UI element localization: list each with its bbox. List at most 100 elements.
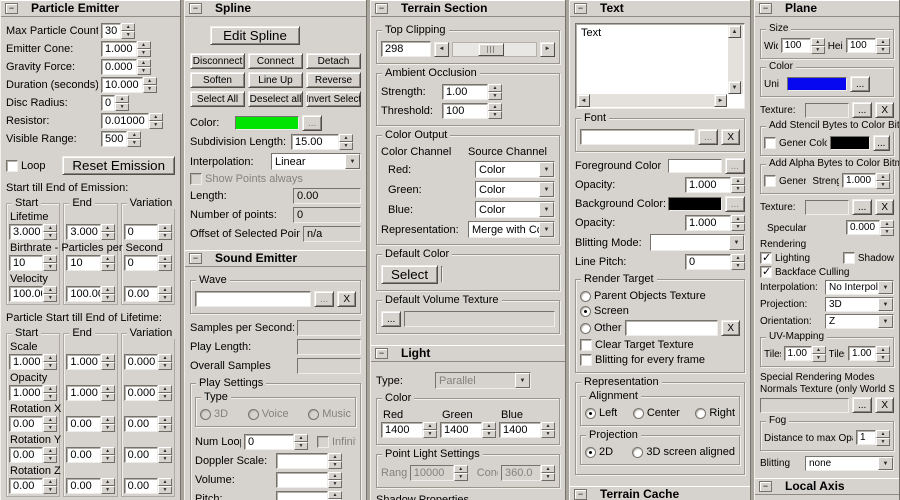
spinner-icon[interactable] bbox=[731, 177, 745, 193]
spinner-icon[interactable] bbox=[488, 84, 502, 100]
dropdown-arrow-icon[interactable] bbox=[878, 457, 893, 470]
alpha-generate-checkbox[interactable] bbox=[764, 175, 776, 187]
font-clear-button[interactable]: X bbox=[721, 129, 740, 145]
spinner-icon[interactable] bbox=[541, 465, 555, 481]
show-points-checkbox[interactable] bbox=[190, 173, 202, 185]
texture-browse-button[interactable]: ... bbox=[851, 102, 873, 118]
spinner-icon[interactable] bbox=[43, 224, 57, 240]
light-red-field[interactable]: 1400 bbox=[381, 422, 437, 438]
blue-channel-dropdown[interactable]: Color bbox=[475, 201, 555, 218]
background-color-browse-button[interactable]: ... bbox=[724, 196, 745, 212]
spinner-icon[interactable] bbox=[121, 23, 135, 39]
edit-spline-button[interactable]: Edit Spline bbox=[210, 26, 300, 45]
other-radio[interactable] bbox=[580, 322, 591, 334]
spinner-icon[interactable] bbox=[101, 286, 115, 302]
rotation-z-end-field[interactable]: 0.00 bbox=[66, 478, 114, 494]
line-pitch-field[interactable]: 0 bbox=[685, 254, 745, 270]
duration-field[interactable]: 10.000 bbox=[101, 77, 157, 93]
width-field[interactable]: 100 bbox=[780, 38, 825, 54]
spinner-icon[interactable] bbox=[43, 385, 57, 401]
dropdown-arrow-icon[interactable] bbox=[878, 315, 893, 328]
collapse-icon[interactable]: − bbox=[189, 2, 202, 14]
projection-3d-radio[interactable] bbox=[632, 446, 644, 458]
velocity-start-field[interactable]: 100.00 bbox=[9, 286, 57, 302]
spinner-icon[interactable] bbox=[127, 131, 141, 147]
texture2-clear-button[interactable]: X bbox=[875, 199, 894, 215]
stencil-color-browse-button[interactable]: ... bbox=[872, 135, 890, 151]
other-target-field[interactable] bbox=[624, 320, 719, 336]
spinner-icon[interactable] bbox=[43, 354, 57, 370]
spinner-icon[interactable] bbox=[328, 472, 342, 488]
height-field[interactable]: 100 bbox=[846, 38, 890, 54]
scroll-right-icon[interactable]: ► bbox=[540, 41, 555, 57]
type-3d-radio[interactable] bbox=[200, 408, 211, 420]
blitting-every-frame-checkbox[interactable] bbox=[580, 354, 592, 366]
max-particle-count-field[interactable]: 30 bbox=[101, 23, 135, 39]
deselect-all-button[interactable]: Deselect all bbox=[248, 91, 303, 107]
lifetime-end-field[interactable]: 3.000 bbox=[66, 224, 114, 240]
other-target-clear-button[interactable]: X bbox=[721, 320, 740, 336]
spinner-icon[interactable] bbox=[101, 478, 115, 494]
collapse-icon[interactable]: − bbox=[574, 488, 587, 500]
wave-browse-button[interactable]: ... bbox=[313, 291, 335, 307]
spinner-icon[interactable] bbox=[328, 453, 342, 469]
alpha-strength-field[interactable]: 1.000 bbox=[842, 173, 890, 189]
type-voice-radio[interactable] bbox=[247, 408, 259, 420]
align-right-radio[interactable] bbox=[695, 407, 707, 419]
dropdown-arrow-icon[interactable] bbox=[878, 298, 893, 311]
opacity-end-field[interactable]: 1.000 bbox=[66, 385, 114, 401]
align-center-radio[interactable] bbox=[632, 407, 644, 419]
texture-clear-button[interactable]: X bbox=[875, 102, 894, 118]
text-content[interactable]: Text bbox=[581, 27, 601, 39]
spinner-icon[interactable] bbox=[158, 286, 172, 302]
spinner-icon[interactable] bbox=[454, 465, 468, 481]
projection-2d-radio[interactable] bbox=[585, 446, 596, 458]
reverse-button[interactable]: Reverse bbox=[306, 72, 361, 88]
dropdown-arrow-icon[interactable] bbox=[878, 281, 893, 294]
rotation-z-variation-field[interactable]: 0.00 bbox=[123, 478, 172, 494]
spinner-icon[interactable] bbox=[43, 255, 57, 271]
screen-radio[interactable] bbox=[580, 305, 591, 317]
dropdown-arrow-icon[interactable] bbox=[539, 162, 554, 177]
fg-opacity-field[interactable]: 1.000 bbox=[685, 177, 745, 193]
wave-clear-button[interactable]: X bbox=[337, 291, 356, 307]
threshold-field[interactable]: 100 bbox=[442, 103, 502, 119]
doppler-scale-field[interactable] bbox=[276, 453, 342, 469]
spinner-icon[interactable] bbox=[541, 422, 555, 438]
spinner-icon[interactable] bbox=[43, 447, 57, 463]
clear-target-texture-checkbox[interactable] bbox=[580, 339, 592, 351]
soften-button[interactable]: Soften bbox=[190, 72, 245, 88]
rotation-x-start-field[interactable]: 0.00 bbox=[9, 416, 57, 432]
spinner-icon[interactable] bbox=[115, 95, 129, 111]
normals-browse-button[interactable]: ... bbox=[851, 397, 873, 413]
foreground-color-swatch[interactable] bbox=[667, 159, 722, 173]
bg-opacity-field[interactable]: 1.000 bbox=[685, 215, 745, 231]
stencil-color-swatch[interactable] bbox=[829, 136, 870, 150]
spinner-icon[interactable] bbox=[43, 286, 57, 302]
green-channel-dropdown[interactable]: Color bbox=[475, 181, 555, 198]
spinner-icon[interactable] bbox=[101, 416, 115, 432]
birthrate-end-field[interactable]: 10 bbox=[66, 255, 114, 271]
collapse-icon[interactable]: − bbox=[759, 480, 772, 492]
texture2-field[interactable] bbox=[805, 199, 849, 215]
normals-texture-field[interactable] bbox=[760, 397, 849, 413]
spinner-icon[interactable] bbox=[488, 103, 502, 119]
spinner-icon[interactable] bbox=[880, 220, 894, 236]
spinner-icon[interactable] bbox=[158, 224, 172, 240]
opacity-start-field[interactable]: 1.000 bbox=[9, 385, 57, 401]
type-music-radio[interactable] bbox=[308, 408, 320, 420]
spinner-icon[interactable] bbox=[876, 430, 890, 446]
rotation-x-variation-field[interactable]: 0.00 bbox=[123, 416, 172, 432]
scroll-left-icon[interactable]: ◄ bbox=[577, 94, 590, 107]
lifetime-start-field[interactable]: 3.000 bbox=[9, 224, 57, 240]
align-left-radio[interactable] bbox=[585, 407, 596, 419]
spinner-icon[interactable] bbox=[158, 385, 172, 401]
spinner-icon[interactable] bbox=[158, 416, 172, 432]
subdivision-length-field[interactable]: 15.00 bbox=[291, 134, 353, 150]
spinner-icon[interactable] bbox=[423, 422, 437, 438]
spinner-icon[interactable] bbox=[876, 38, 890, 54]
lifetime-variation-field[interactable]: 0 bbox=[123, 224, 172, 240]
spinner-icon[interactable] bbox=[339, 134, 353, 150]
collapse-icon[interactable]: − bbox=[759, 2, 772, 14]
texture-field[interactable] bbox=[805, 102, 849, 118]
